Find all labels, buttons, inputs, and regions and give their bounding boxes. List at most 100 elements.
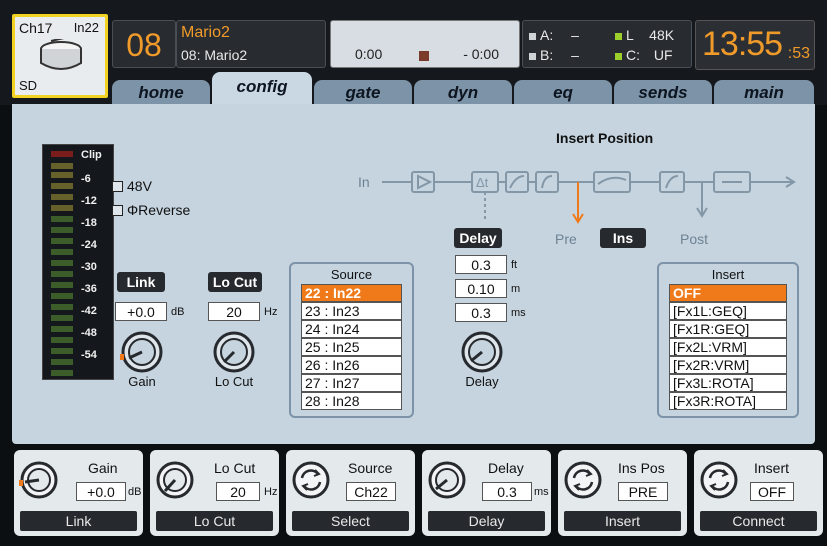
meter-label: -6 [81, 173, 91, 185]
insert-list-box: Insert OFF [Fx1L:GEQ] [Fx1R:GEQ] [Fx2L:V… [657, 262, 799, 418]
insert-button[interactable]: Insert [564, 511, 681, 531]
encoder-title: Lo Cut [214, 460, 256, 476]
channel-full-name: 08: Mario2 [181, 47, 248, 63]
transport-box[interactable]: 0:00 - 0:00 [330, 20, 520, 68]
encoder-insert[interactable]: Insert OFF Connect [694, 450, 823, 536]
source-list-item[interactable]: 27 : In27 [301, 374, 402, 392]
tab-sends[interactable]: sends [614, 80, 712, 106]
gain-value: +0.0 [115, 302, 167, 321]
insert-post-option[interactable]: Post [680, 231, 708, 247]
knob-icon [156, 461, 194, 499]
meter-label: -30 [81, 261, 97, 273]
top-status-bar: Ch17 In22 SD 08 Mario2 08: Mario2 0:00 -… [0, 0, 827, 106]
source-list-title: Source [330, 267, 373, 282]
link-button[interactable]: Link [20, 511, 137, 531]
io-a-indicator [529, 33, 536, 40]
insert-pre-option[interactable]: Pre [555, 231, 577, 247]
tab-dyn[interactable]: dyn [414, 80, 512, 106]
insert-list-item[interactable]: [Fx3R:ROTA] [669, 392, 787, 410]
locut-knob-label: Lo Cut [214, 374, 254, 389]
encoder-title: Source [348, 460, 393, 476]
channel-info-box[interactable]: Ch17 In22 SD [12, 14, 108, 98]
locut-unit: Hz [264, 306, 278, 318]
io-b-indicator [529, 53, 536, 60]
encoder-value: +0.0 [76, 482, 126, 501]
link-label[interactable]: Link [117, 272, 165, 292]
delay-m-unit: m [511, 283, 521, 295]
knob-icon [19, 461, 58, 499]
encoder-title: Insert [754, 460, 790, 476]
tab-eq[interactable]: eq [514, 80, 612, 106]
meter-label: Clip [81, 149, 102, 161]
source-list-item[interactable]: 28 : In28 [301, 392, 402, 410]
insert-list-item[interactable]: [Fx2L:VRM] [669, 338, 787, 356]
drum-icon [40, 39, 82, 70]
insert-position-title: Insert Position [556, 130, 654, 146]
delay-button[interactable]: Delay [428, 511, 545, 531]
delay-knob-icon[interactable] [460, 330, 504, 374]
source-list-item[interactable]: 26 : In26 [301, 356, 402, 374]
source-list-box: Source 22 : In22 23 : In23 24 : In24 25 … [289, 262, 414, 418]
encoder-title: Gain [88, 460, 118, 476]
checkbox-icon [112, 205, 123, 216]
locut-button[interactable]: Lo Cut [156, 511, 273, 531]
gain-unit: dB [171, 306, 185, 318]
stop-icon [419, 51, 429, 61]
meter-label: -42 [81, 305, 97, 317]
tab-config[interactable]: config [212, 72, 312, 106]
encoder-unit: dB [128, 486, 142, 498]
knob-icon [428, 461, 466, 499]
delay-knob-label: Delay [465, 374, 499, 389]
rotate-icon [292, 461, 330, 499]
io-l-row: L 48K [615, 27, 674, 43]
encoder-unit: ms [534, 486, 549, 498]
encoder-unit: Hz [264, 486, 278, 498]
source-list-item[interactable]: 22 : In22 [301, 284, 402, 302]
locut-knob-icon[interactable] [212, 330, 256, 374]
channel-number-box: 08 [112, 20, 176, 68]
insert-list-item[interactable]: [Fx2R:VRM] [669, 356, 787, 374]
delay-label[interactable]: Delay [454, 228, 502, 248]
tab-main[interactable]: main [714, 80, 814, 106]
locut-value: 20 [208, 302, 260, 321]
source-list-item[interactable]: 23 : In23 [301, 302, 402, 320]
io-b-row: B: – [529, 47, 579, 63]
io-a-row: A: – [529, 27, 579, 43]
io-c-indicator [615, 53, 622, 60]
encoder-delay[interactable]: Delay 0.3 ms Delay [422, 450, 551, 536]
locut-label[interactable]: Lo Cut [208, 272, 262, 292]
insert-ins-label[interactable]: Ins [600, 228, 646, 248]
input-level-meter: Clip -6 -12 -18 -24 -30 -36 -42 -48 -54 [42, 144, 114, 380]
gain-knob-icon[interactable] [120, 330, 164, 374]
insert-list-item[interactable]: [Fx3L:ROTA] [669, 374, 787, 392]
connect-button[interactable]: Connect [700, 511, 817, 531]
insert-list-item[interactable]: [Fx1R:GEQ] [669, 320, 787, 338]
channel-name: Mario2 [181, 24, 230, 41]
delta-t-label: Δt [476, 175, 489, 190]
phase-reverse-checkbox[interactable]: ΦReverse [112, 202, 190, 218]
encoder-value: 20 [216, 482, 260, 501]
encoder-value: 0.3 [482, 482, 532, 501]
remaining-time: - 0:00 [463, 46, 499, 62]
tab-home[interactable]: home [112, 80, 210, 106]
meter-label: -18 [81, 217, 97, 229]
channel-number: 08 [126, 27, 162, 63]
encoder-title: Ins Pos [618, 460, 665, 476]
channel-name-box[interactable]: Mario2 08: Mario2 [176, 20, 326, 68]
select-button[interactable]: Select [292, 511, 409, 531]
phantom-48v-checkbox[interactable]: 48V [112, 178, 152, 194]
insert-list-item[interactable]: OFF [669, 284, 787, 302]
io-l-indicator [615, 33, 622, 40]
insert-list-item[interactable]: [Fx1L:GEQ] [669, 302, 787, 320]
encoder-source[interactable]: Source Ch22 Select [286, 450, 415, 536]
source-list-item[interactable]: 24 : In24 [301, 320, 402, 338]
tab-gate[interactable]: gate [314, 80, 412, 106]
source-list-item[interactable]: 25 : In25 [301, 338, 402, 356]
encoder-ins-pos[interactable]: Ins Pos PRE Insert [558, 450, 687, 536]
rotate-icon [564, 461, 602, 499]
delay-ms-value: 0.3 [455, 303, 507, 322]
channel-id: Ch17 [19, 20, 53, 36]
encoder-locut[interactable]: Lo Cut 20 Hz Lo Cut [150, 450, 279, 536]
delay-ft-unit: ft [511, 259, 518, 271]
encoder-gain[interactable]: Gain +0.0 dB Link [14, 450, 143, 536]
